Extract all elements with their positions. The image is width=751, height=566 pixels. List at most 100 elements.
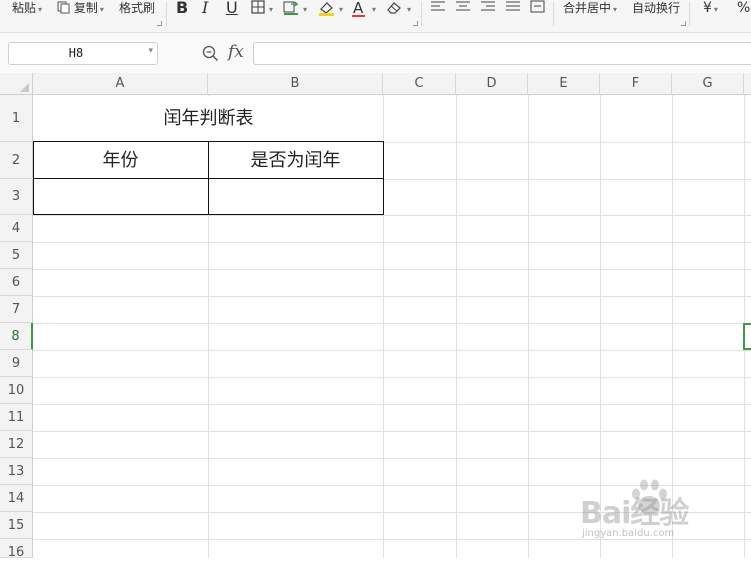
- row-header-3[interactable]: 3: [0, 179, 33, 215]
- clipboard-group-launcher-icon[interactable]: [157, 21, 162, 26]
- grid-line-h: [33, 296, 751, 297]
- merged-cell-a1-b1[interactable]: 闰年判断表: [34, 96, 383, 142]
- font-group-launcher-icon[interactable]: [413, 21, 418, 26]
- divider: [689, 2, 690, 26]
- borders-dropdown-icon[interactable]: ▾: [267, 0, 273, 16]
- column-header-b[interactable]: B: [208, 73, 383, 95]
- grid-line-h: [33, 404, 751, 405]
- divider: [166, 2, 167, 26]
- border-line: [33, 141, 34, 215]
- wrap-text-button[interactable]: 自动换行: [632, 0, 680, 16]
- copy-label: 复制: [73, 1, 98, 15]
- justify-icon[interactable]: [506, 1, 521, 13]
- row-header-8-active[interactable]: 8: [0, 323, 33, 350]
- column-header-d[interactable]: D: [456, 73, 528, 95]
- grid-line-h: [33, 377, 751, 378]
- fill-color-icon[interactable]: [318, 0, 335, 16]
- grid-line-h: [383, 142, 751, 143]
- align-center-icon[interactable]: [456, 1, 471, 13]
- name-box[interactable]: H8 ▾: [8, 42, 158, 65]
- eraser-dropdown-icon[interactable]: ▾: [405, 0, 411, 16]
- grid-line-h: [33, 242, 751, 243]
- column-header-e[interactable]: E: [528, 73, 600, 95]
- row-header-1[interactable]: 1: [0, 95, 33, 142]
- row-header-5[interactable]: 5: [0, 242, 33, 269]
- borders-icon[interactable]: [251, 0, 265, 14]
- grid-line-h: [383, 179, 751, 180]
- paste-label: 粘贴: [12, 1, 37, 15]
- copy-dropdown-icon[interactable]: ▾: [100, 5, 104, 14]
- table-title: 闰年判断表: [163, 108, 254, 129]
- row-header-4[interactable]: 4: [0, 215, 33, 242]
- paste-button[interactable]: 粘贴 ▾: [12, 0, 42, 16]
- row-header-6[interactable]: 6: [0, 269, 33, 296]
- zoom-search-icon[interactable]: [202, 45, 219, 62]
- watermark-url: jingyan.baidu.com: [582, 528, 675, 539]
- watermark-text: Bai经验: [580, 496, 689, 531]
- merge-center-dropdown-icon[interactable]: ▾: [613, 5, 617, 14]
- border-line: [208, 141, 209, 215]
- grid-line-h: [33, 269, 751, 270]
- wrap-text-label: 自动换行: [632, 1, 681, 15]
- distributed-align-icon[interactable]: [530, 0, 546, 14]
- row-header-11[interactable]: 11: [0, 404, 33, 431]
- eraser-icon[interactable]: [386, 0, 403, 15]
- formula-input[interactable]: [253, 42, 751, 65]
- row-header-9[interactable]: 9: [0, 350, 33, 377]
- italic-button[interactable]: I: [202, 0, 208, 18]
- formula-bar: H8 ▾ fx: [0, 33, 751, 73]
- row-header-16[interactable]: 16: [0, 539, 33, 560]
- cell-b2-leap-year-header[interactable]: 是否为闰年: [208, 142, 383, 179]
- row-header-12[interactable]: 12: [0, 431, 33, 458]
- merge-center-button[interactable]: 合并居中 ▾: [563, 0, 617, 16]
- align-left-icon[interactable]: [431, 1, 446, 13]
- toolbar-ribbon: 粘贴 ▾ 复制 ▾ 格式刷 B I U ▾ ▾ ▾ A ▾ ▾ 合并居中 ▾ 自…: [0, 0, 751, 33]
- copy-button[interactable]: 复制 ▾: [57, 0, 104, 16]
- column-header-f[interactable]: F: [600, 73, 672, 95]
- column-header-a[interactable]: A: [33, 73, 208, 95]
- align-right-icon[interactable]: [481, 1, 496, 13]
- border-line: [383, 141, 384, 215]
- divider: [421, 2, 422, 26]
- font-color-dropdown-icon[interactable]: ▾: [370, 0, 376, 16]
- row-header-2[interactable]: 2: [0, 142, 33, 179]
- underline-button[interactable]: U: [226, 0, 238, 18]
- cell-a3[interactable]: [33, 179, 208, 215]
- currency-button[interactable]: ¥ ▾: [703, 0, 718, 16]
- grid-line-h: [33, 323, 751, 324]
- format-painter-label: 格式刷: [119, 1, 156, 15]
- grid-line-h: [33, 215, 751, 216]
- font-color-bar: [352, 15, 365, 17]
- font-color-button[interactable]: A: [352, 0, 365, 18]
- currency-label: ¥: [703, 0, 712, 16]
- alignment-group-launcher-icon[interactable]: [681, 21, 686, 26]
- paste-dropdown-icon[interactable]: ▾: [38, 5, 42, 14]
- cell-a2-year-header[interactable]: 年份: [33, 142, 208, 179]
- bold-button[interactable]: B: [176, 0, 188, 18]
- row-header-14[interactable]: 14: [0, 485, 33, 512]
- select-all-corner[interactable]: [0, 73, 33, 95]
- format-painter-button[interactable]: 格式刷: [119, 0, 155, 16]
- merge-fill-dropdown-icon[interactable]: ▾: [301, 0, 307, 16]
- column-header-c[interactable]: C: [383, 73, 456, 95]
- fx-icon[interactable]: fx: [228, 42, 244, 62]
- percent-button[interactable]: %: [737, 0, 750, 16]
- merge-center-label: 合并居中: [563, 1, 612, 15]
- grid-line-v: [456, 95, 457, 558]
- selected-cell-h8[interactable]: [743, 323, 751, 350]
- currency-dropdown-icon[interactable]: ▾: [714, 5, 718, 14]
- row-header-10[interactable]: 10: [0, 377, 33, 404]
- select-all-triangle-icon: [20, 83, 29, 92]
- fill-color-dropdown-icon[interactable]: ▾: [337, 0, 343, 16]
- grid-line-h: [33, 431, 751, 432]
- cell-b3[interactable]: [208, 179, 383, 215]
- row-header-15[interactable]: 15: [0, 512, 33, 539]
- row-header-7[interactable]: 7: [0, 296, 33, 323]
- baidu-jingyan-watermark: Bai经验 jingyan.baidu.com: [574, 468, 744, 546]
- grid-line-h: [33, 458, 751, 459]
- column-header-g[interactable]: G: [672, 73, 744, 95]
- merge-fill-icon[interactable]: [283, 0, 299, 16]
- column-header-h[interactable]: [744, 73, 751, 95]
- row-header-13[interactable]: 13: [0, 458, 33, 485]
- chevron-down-icon[interactable]: ▾: [148, 46, 153, 56]
